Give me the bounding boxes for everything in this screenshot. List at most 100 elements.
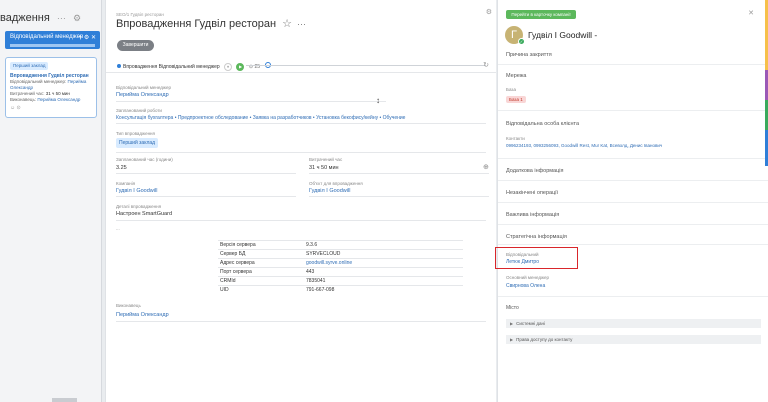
server-table-key: Адрес сервера	[218, 258, 304, 268]
server-table-value: 443	[304, 267, 463, 277]
important-info-section[interactable]: Важлива інформація	[506, 212, 559, 218]
go-to-company-button[interactable]: Перейти в карточку компанії	[506, 10, 576, 19]
spent-time-value: 31 ч 50 мин	[309, 165, 339, 171]
server-table-row: Версія сервера 9.3.6	[218, 240, 463, 250]
details-value[interactable]: Настроен SmartGuard	[116, 211, 172, 217]
executor-link[interactable]: Перийма Олександр	[116, 312, 169, 318]
contacts-label: Контакти	[506, 136, 525, 141]
field-underline	[116, 220, 486, 221]
card-action-icons[interactable]: ☺ ⊙	[10, 105, 92, 111]
stage-play-icon[interactable]: ▶	[236, 62, 245, 71]
client-responsible-section[interactable]: Відповідальна особа клієнта	[506, 121, 579, 127]
server-table-value: 791-667-098	[304, 285, 463, 294]
close-icon[interactable]: ✕	[748, 9, 754, 17]
server-table-key: Порт сервера	[218, 267, 304, 277]
settings-icon[interactable]: ⚙	[73, 13, 81, 23]
field-underline	[309, 196, 489, 197]
divider	[498, 64, 768, 65]
more-icon[interactable]: ···	[297, 19, 306, 29]
executor-label: Виконавець	[116, 303, 141, 308]
avatar: Г ✓	[505, 26, 525, 45]
divider	[498, 202, 768, 203]
more-icon[interactable]: ···	[57, 13, 66, 23]
deal-detail-panel: SEO/1 Гудвіл ресторан Впровадження Гудві…	[105, 0, 496, 402]
avatar-letter: Г	[511, 29, 517, 41]
caret-right-icon: ▶	[510, 337, 514, 342]
field-underline	[116, 101, 386, 102]
works-label: Запланований роботи	[116, 108, 162, 113]
contacts-value[interactable]: 0996234193, 0993256093, Goodwill Rest, M…	[506, 143, 662, 148]
pipeline-title-text: вадження	[0, 12, 50, 24]
server-table-key: Версія сервера	[218, 240, 304, 250]
close-deal-button[interactable]: Завершити	[117, 40, 154, 51]
card-time-value: 31 ч 50 мин	[45, 91, 70, 96]
close-reason-section[interactable]: Причина закриття	[506, 52, 552, 58]
card-badge: Перший заклад	[10, 62, 49, 70]
server-table-value[interactable]: goodwill.syrve.online	[304, 258, 463, 268]
server-table-row: UID 791-667-098	[218, 285, 463, 294]
strategic-info-section[interactable]: Стратегічна інформація	[506, 234, 567, 240]
base-tag[interactable]: База 1	[506, 96, 526, 103]
server-table-row: Адрес сервера goodwill.syrve.online	[218, 258, 463, 268]
add-card-bar[interactable]	[10, 44, 95, 47]
deal-card[interactable]: Перший заклад Впровадження Гудвіл рестор…	[5, 57, 97, 118]
stage-label[interactable]: Впровадження Відповідальний менеджер	[123, 64, 220, 70]
server-table-value: SYRVECLOUD	[304, 249, 463, 259]
works-value[interactable]: Консультація бухгалтера • Предпроектное …	[116, 115, 405, 121]
card-manager-row: Відповідальний менеджер: Перийма Олексан…	[10, 79, 92, 91]
details-label: Деталі впровадження	[116, 204, 162, 209]
manager-link[interactable]: Перийма Олександр	[116, 92, 169, 98]
server-info-table: Версія сервера 9.3.6 Сервер БД SYRVECLOUD Ад…	[218, 240, 463, 294]
kanban-column-panel: вадження ··· ⚙ Відповідальний менеджер +…	[0, 0, 102, 402]
object-link[interactable]: Гудвіл I Goodwill	[309, 188, 350, 194]
field-underline	[116, 321, 486, 322]
system-data-collapse[interactable]: ▶ Системні дані	[506, 319, 761, 328]
company-name[interactable]: Гудвіл I Goodwill -	[528, 30, 597, 40]
network-section[interactable]: Мережа	[506, 73, 527, 79]
company-sidebar: Перейти в карточку компанії ✕ Г ✓ Гудвіл…	[495, 0, 768, 402]
check-icon: ✓	[518, 38, 525, 45]
divider	[498, 158, 768, 159]
company-link[interactable]: Гудвіл I Goodwill	[116, 188, 157, 194]
refresh-icon[interactable]: ↻	[483, 61, 489, 69]
field-underline	[116, 196, 296, 197]
divider	[498, 224, 768, 225]
divider	[498, 296, 768, 297]
card-time-label: Витрачений час:	[10, 91, 45, 96]
column-header[interactable]: Відповідальний менеджер + ⚙ ✕	[5, 31, 100, 49]
manager-label: Відповідальний менеджер	[116, 85, 171, 90]
field-underline	[116, 173, 296, 174]
server-table-value: 7835041	[304, 276, 463, 286]
highlight-box	[495, 247, 578, 269]
main-manager-link[interactable]: Свирнова Олена	[506, 283, 545, 289]
type-tag[interactable]: Перший заклад	[116, 138, 159, 148]
mouse-cursor-icon: ↕	[376, 96, 380, 105]
unfinished-operations-section[interactable]: Незакінчені операції	[506, 190, 558, 196]
card-executor-link[interactable]: Перийма Олександр	[37, 97, 80, 102]
caret-right-icon: ▶	[510, 321, 514, 326]
add-time-icon[interactable]: ⊕	[483, 163, 489, 171]
settings-icon[interactable]: ⚙	[486, 8, 492, 16]
type-label: Тип впровадження	[116, 131, 155, 136]
stage-bar: Впровадження Відповідальний менеджер ⏸ ▶…	[117, 62, 272, 71]
company-label: Компанія	[116, 181, 136, 186]
planned-time-value[interactable]: 3.25	[116, 165, 127, 171]
spent-time-label: Витрачений час	[309, 157, 343, 162]
divider	[498, 180, 768, 181]
page-title: Впровадження Гудвіл ресторан	[116, 18, 277, 30]
card-executor-label: Виконавець:	[10, 97, 37, 102]
divider	[498, 244, 768, 245]
main-manager-label: Основний менеджер	[506, 275, 550, 280]
stage-pause-icon[interactable]: ⏸	[224, 62, 233, 71]
base-label: База	[506, 87, 516, 92]
column-actions-icons[interactable]: + ⚙ ✕	[79, 34, 96, 41]
star-icon[interactable]: ☆	[282, 18, 292, 30]
extra-info-section[interactable]: Додаткова інформація	[506, 168, 563, 174]
city-section[interactable]: Місто	[506, 305, 519, 311]
access-rights-collapse[interactable]: ▶ Права доступу до контакту	[506, 335, 761, 344]
column-header-label: Відповідальний менеджер	[10, 34, 84, 40]
stage-progress-line	[246, 65, 486, 66]
server-table-key: CRMId	[218, 276, 304, 286]
server-table-key: Сервер БД	[218, 249, 304, 259]
horizontal-scrollbar[interactable]	[52, 398, 77, 402]
